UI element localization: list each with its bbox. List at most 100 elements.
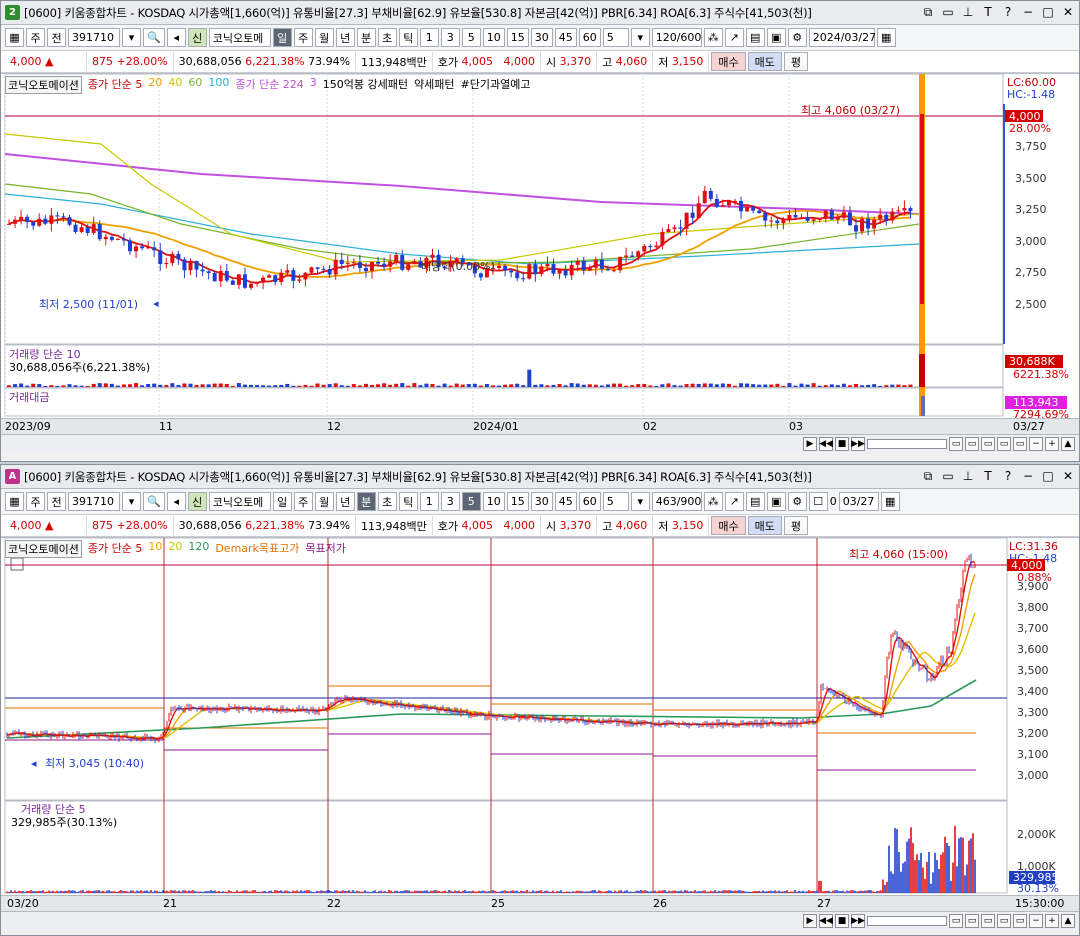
speaker-icon[interactable]: ◂ [166,28,186,47]
view-3-icon[interactable]: ▭ [981,436,995,451]
layout-icon[interactable]: ▦ [5,28,24,47]
table-icon[interactable]: ▤ [745,28,765,47]
tab-week[interactable]: 주 [293,492,313,511]
tab-tick[interactable]: 틱 [398,492,418,511]
legend-stock-name[interactable]: 코닉오토메이션 [5,540,82,558]
tab-month[interactable]: 월 [314,28,334,47]
scroll-end-icon[interactable]: ▲ [1061,436,1075,451]
bottom-chart-area[interactable]: 코닉오토메이션 종가 단순 5 10 20 120 Demark목표고가 목표저… [1,537,1079,895]
legend-ma20[interactable]: 20 [148,76,162,94]
top-chart-svg[interactable]: 3,750 3,500 3,250 3,000 2,750 2,500 최고 4,060 … [1,73,1079,421]
tab-week[interactable]: 주 [293,28,313,47]
view-3-icon[interactable]: ▭ [981,913,995,928]
scroll-right-icon[interactable]: ▶ [803,913,817,928]
tab-day[interactable]: 일 [272,492,292,511]
view-2-icon[interactable]: ▭ [965,436,979,451]
legend-ma40[interactable]: 40 [168,76,182,94]
buy-button[interactable]: 매수 [711,52,746,71]
scroll-stop-icon[interactable]: ■ [835,913,849,928]
tab-year[interactable]: 년 [335,28,355,47]
layout-icon[interactable]: ▦ [5,492,24,511]
settings-gear-icon[interactable]: ⚙ [787,28,807,47]
legend-ma100[interactable]: 100 [208,76,229,94]
scroll-fast-forward-icon[interactable]: ▶▶ [851,436,865,451]
view-5-icon[interactable]: ▭ [1013,913,1027,928]
tab-minute[interactable]: 분 [356,492,376,511]
draw-tool-icon[interactable]: ↗ [724,492,744,511]
legend-stock-name[interactable]: 코닉오토메이션 [5,76,82,94]
legend-strong-pattern[interactable]: 150억봉 강세패턴 [323,76,408,94]
range-field[interactable]: 463/900 [651,492,702,511]
count-select[interactable]: 5 [602,492,629,511]
search-icon[interactable]: 🔍 [143,28,165,47]
range-field[interactable]: 120/600 [651,28,702,47]
bottom-title-bar[interactable]: A [0600] 키움종합차트 - KOSDAQ 시가총액[1,660(억)] … [1,465,1079,489]
restore-icon[interactable]: ⧉ [921,5,935,20]
interval-15[interactable]: 15 [506,492,529,511]
top-title-bar[interactable]: 2 [0600] 키움종합차트 - KOSDAQ 시가총액[1,660(억)] … [1,1,1079,25]
grid-toggle-icon[interactable] [10,557,24,571]
indicator-icon[interactable]: ⁂ [703,492,723,511]
prev-button[interactable]: 전 [47,492,66,511]
save-icon[interactable]: ▣ [766,492,786,511]
interval-60[interactable]: 60 [578,492,601,511]
interval-3[interactable]: 3 [440,492,460,511]
zoom-slider[interactable] [867,438,947,449]
new-stock-button[interactable]: 신 [187,492,207,511]
close-icon[interactable]: ✕ [1061,469,1075,484]
legend-weak-pattern[interactable]: 약세패턴 [414,76,454,94]
save-icon[interactable]: ▣ [766,28,786,47]
calendar-icon[interactable]: ▦ [880,492,900,511]
tab-tick[interactable]: 틱 [398,28,418,47]
zoom-slider[interactable] [867,915,947,926]
scroll-stop-icon[interactable]: ■ [835,436,849,451]
interval-5[interactable]: 5 [461,492,481,511]
indicator-icon[interactable]: ⁂ [703,28,723,47]
bottom-scrollbar[interactable]: ▶ ◀◀ ■ ▶▶ ▭ ▭ ▭ ▭ ▭ − + ▲ [1,911,1079,929]
interval-15[interactable]: 15 [506,28,529,47]
view-4-icon[interactable]: ▭ [997,436,1011,451]
minimize-icon[interactable]: − [1021,5,1035,20]
interval-3[interactable]: 3 [440,28,460,47]
view-5-icon[interactable]: ▭ [1013,436,1027,451]
search-icon[interactable]: 🔍 [143,492,165,511]
zoom-in-icon[interactable]: + [1045,913,1059,928]
code-input[interactable]: 391710 [68,28,120,47]
interval-1[interactable]: 1 [419,492,439,511]
type-select[interactable]: 주 [26,28,45,47]
maximize-icon[interactable]: □ [1041,5,1055,20]
date-field[interactable]: 2024/03/27 [808,28,876,47]
zoom-in-icon[interactable]: + [1045,436,1059,451]
interval-10[interactable]: 10 [482,492,505,511]
scroll-end-icon[interactable]: ▲ [1061,913,1075,928]
type-select[interactable]: 주 [26,492,45,511]
legend-demark-low[interactable]: 목표저가 [305,540,345,558]
top-scrollbar[interactable]: ▶ ◀◀ ■ ▶▶ ▭ ▭ ▭ ▭ ▭ − + ▲ [1,434,1079,452]
interval-30[interactable]: 30 [530,28,553,47]
legend-overheat[interactable]: #단기과열예고 [461,76,531,94]
maximize-icon[interactable]: □ [1041,469,1055,484]
view-1-icon[interactable]: ▭ [949,913,963,928]
code-dropdown-icon[interactable]: ▾ [122,28,141,47]
eval-button[interactable]: 평 [783,516,809,535]
draw-tool-icon[interactable]: ↗ [724,28,744,47]
scroll-fast-forward-icon[interactable]: ▶▶ [851,913,865,928]
close-icon[interactable]: ✕ [1061,5,1075,20]
code-dropdown-icon[interactable]: ▾ [122,492,141,511]
scroll-fast-back-icon[interactable]: ◀◀ [819,913,833,928]
calendar-icon[interactable]: ▦ [876,28,896,47]
minimize-group-icon[interactable]: ▭ [941,469,955,484]
minimize-group-icon[interactable]: ▭ [941,5,955,20]
legend-ma5[interactable]: 종가 단순 5 [88,76,142,94]
checkbox[interactable]: ☐ [808,492,828,511]
zoom-out-icon[interactable]: − [1029,436,1043,451]
help-icon[interactable]: ? [1001,5,1015,20]
pin-icon[interactable]: ⊥ [961,5,975,20]
new-stock-button[interactable]: 신 [187,28,207,47]
interval-5[interactable]: 5 [461,28,481,47]
interval-45[interactable]: 45 [554,492,577,511]
table-icon[interactable]: ▤ [745,492,765,511]
tab-month[interactable]: 월 [314,492,334,511]
scroll-fast-back-icon[interactable]: ◀◀ [819,436,833,451]
minimize-icon[interactable]: − [1021,469,1035,484]
